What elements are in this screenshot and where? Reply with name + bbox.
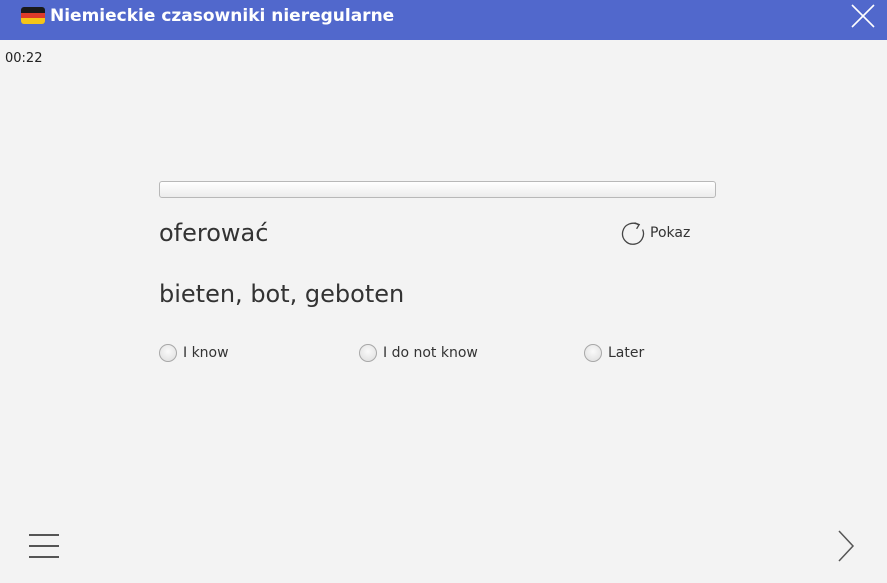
title-bar: Niemieckie czasowniki nieregularne <box>0 0 887 40</box>
option-i-know[interactable]: I know <box>159 343 229 363</box>
option-label: Later <box>608 345 645 361</box>
app-title: Niemieckie czasowniki nieregularne <box>50 6 395 26</box>
close-button[interactable] <box>849 2 877 30</box>
radio-button[interactable] <box>359 344 377 362</box>
chevron-right-icon <box>838 530 855 562</box>
hamburger-menu-icon-line <box>29 556 59 558</box>
close-icon <box>851 4 875 28</box>
menu-button[interactable] <box>29 533 59 559</box>
answer-text: bieten, bot, geboten <box>159 280 405 308</box>
radio-button[interactable] <box>159 344 177 362</box>
hamburger-menu-icon-line <box>29 534 59 536</box>
next-button[interactable] <box>834 529 858 563</box>
option-later[interactable]: Later <box>584 343 644 363</box>
option-i-do-not-know[interactable]: I do not know <box>359 343 478 363</box>
question-word: oferować <box>159 219 269 247</box>
german-flag-icon <box>21 7 45 24</box>
radio-button[interactable] <box>584 344 602 362</box>
timer: 00:22 <box>5 51 43 66</box>
show-answer-button[interactable]: Pokaz <box>620 219 690 247</box>
flag-stripe-gold <box>21 18 45 24</box>
option-label: I do not know <box>383 345 478 361</box>
refresh-icon <box>621 222 645 245</box>
hamburger-menu-icon-line <box>29 545 59 547</box>
option-label: I know <box>183 345 229 361</box>
show-answer-label: Pokaz <box>650 225 691 241</box>
progress-bar <box>159 181 716 198</box>
